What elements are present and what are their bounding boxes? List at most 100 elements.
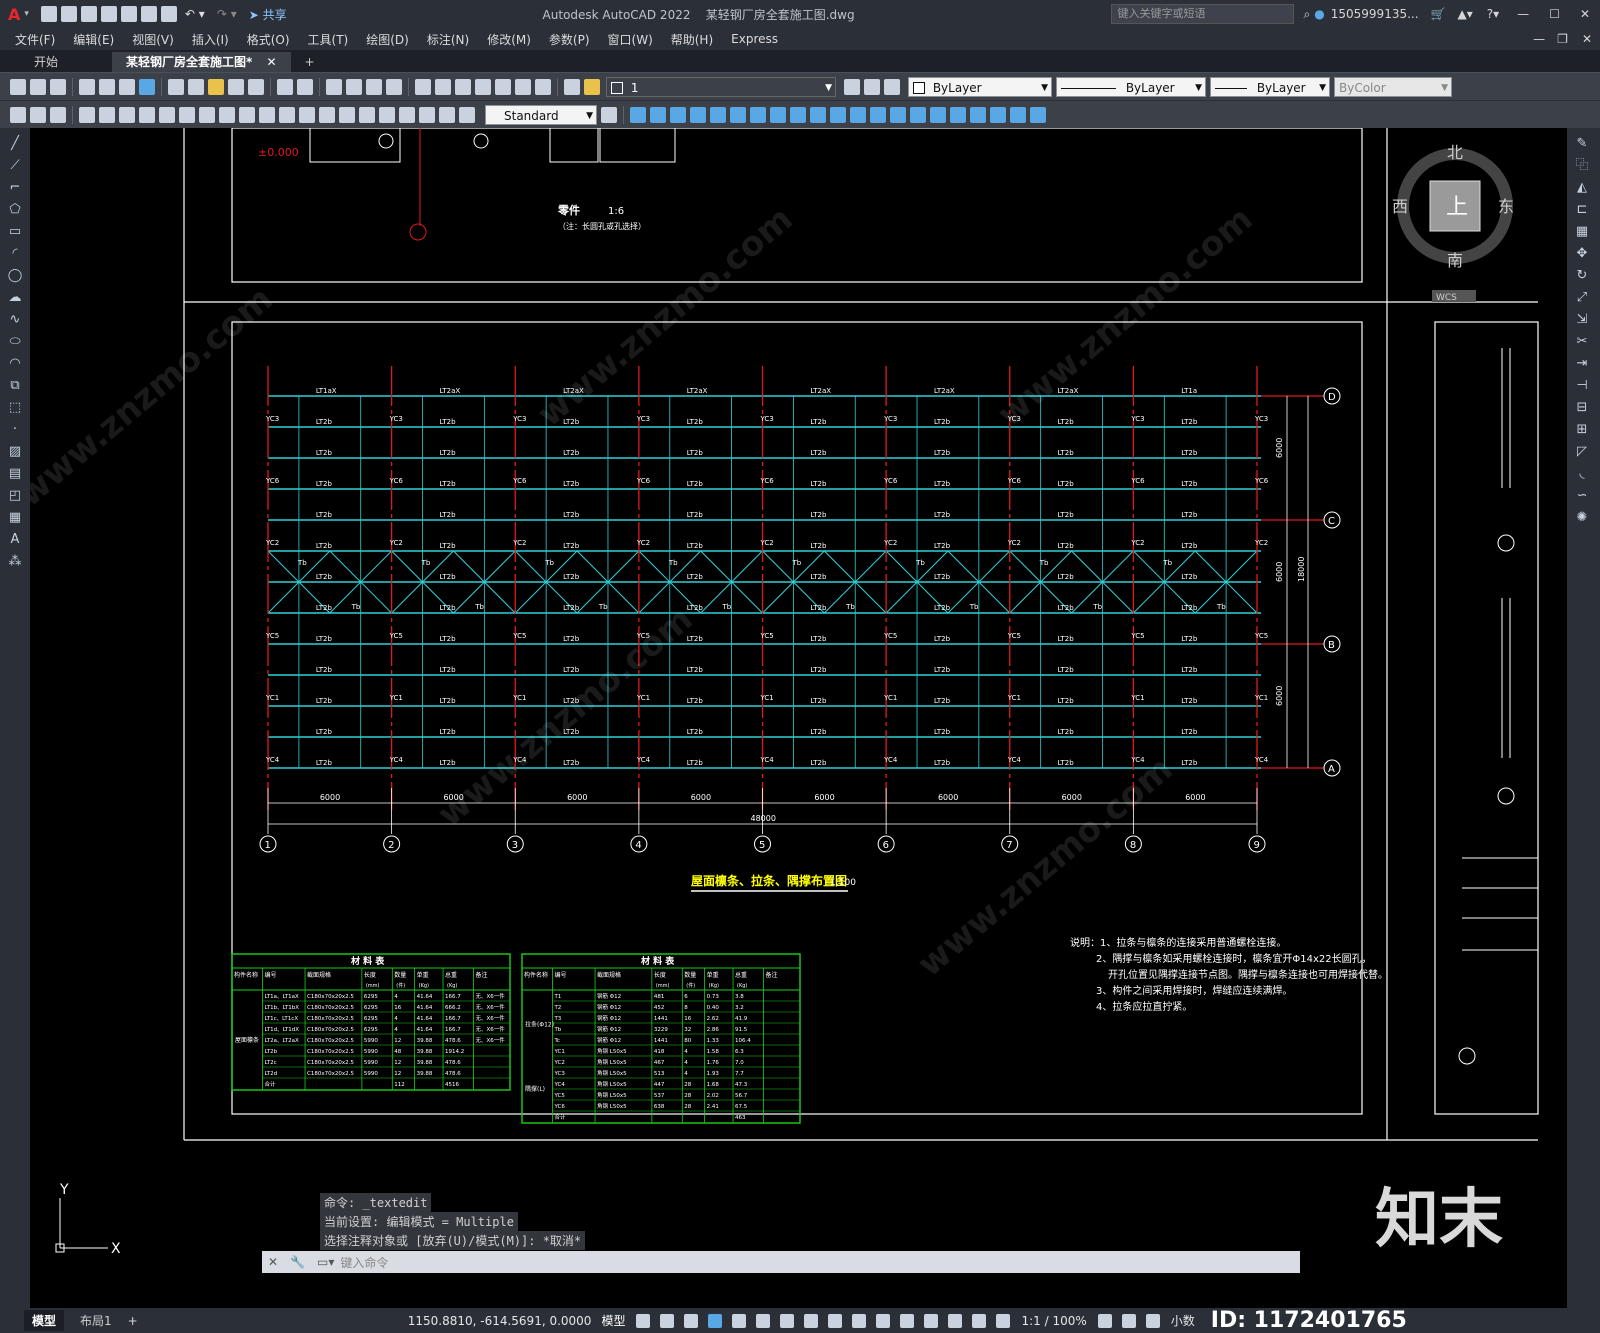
annotation-monitor-icon[interactable] — [1121, 1313, 1136, 1328]
gizmo-icon[interactable] — [948, 1313, 963, 1328]
modeling-3dmove-icon[interactable] — [970, 106, 986, 123]
cad-drawing[interactable]: ±0.000 零件 1:6 （注：长圆孔或孔选择） Tb Tb Tb Tb Tb Tb Tb… — [30, 128, 1567, 1308]
inspection-icon[interactable] — [379, 106, 395, 123]
save-toolbar-icon[interactable] — [50, 78, 66, 95]
ellipse-icon[interactable]: ⬭ — [7, 334, 23, 350]
user-name[interactable]: 1505999135... — [1331, 7, 1419, 21]
doc-restore-icon[interactable]: ❐ — [1557, 32, 1568, 46]
modeling-wedge-icon[interactable] — [650, 106, 666, 123]
close-button[interactable]: ✕ — [1580, 7, 1590, 21]
annotation-visibility-icon[interactable] — [972, 1313, 987, 1328]
menu-view[interactable]: 视图(V) — [132, 31, 174, 48]
new-file-icon[interactable] — [40, 6, 57, 22]
layer-previous-icon[interactable] — [864, 78, 880, 95]
app-menu-chevron-icon[interactable]: ▾ — [24, 9, 29, 19]
gradient-icon[interactable]: ▤ — [7, 466, 23, 482]
menu-dimension[interactable]: 标注(N) — [427, 31, 469, 48]
lineweight-icon[interactable] — [804, 1313, 819, 1328]
open-icon[interactable] — [30, 78, 46, 95]
jogged-linear-icon[interactable] — [399, 106, 415, 123]
break-icon[interactable]: ⊟ — [1574, 400, 1590, 416]
model-space-toggle[interactable]: 模型 — [601, 1312, 625, 1329]
dimension-update-icon[interactable] — [459, 106, 475, 123]
dimension-space-icon[interactable] — [299, 106, 315, 123]
modeling-extrude-icon[interactable] — [810, 106, 826, 123]
modeling-3dalign-icon[interactable] — [1010, 106, 1026, 123]
design-center-icon[interactable] — [435, 78, 451, 95]
3d-osnap-icon[interactable] — [876, 1313, 891, 1328]
table-icon[interactable]: ▦ — [7, 510, 23, 526]
polar-icon[interactable] — [732, 1313, 747, 1328]
dimension-override-icon[interactable] — [601, 106, 617, 123]
menu-modify[interactable]: 修改(M) — [487, 31, 531, 48]
menu-file[interactable]: 文件(F) — [15, 31, 55, 48]
drawing-canvas[interactable]: ±0.000 零件 1:6 （注：长圆孔或孔选择） Tb Tb Tb Tb Tb Tb Tb… — [30, 128, 1567, 1308]
autodesk-a360-icon[interactable]: ▲▾ — [1458, 7, 1473, 21]
modeling-subtract-icon[interactable] — [930, 106, 946, 123]
modeling-cylinder-icon[interactable] — [710, 106, 726, 123]
dimension-text-edit-icon[interactable] — [439, 106, 455, 123]
dimension-break-icon[interactable] — [319, 106, 335, 123]
command-close-icon[interactable]: ✕ — [268, 1255, 278, 1269]
search-box[interactable]: 键入关键字或短语 — [1110, 4, 1294, 24]
spline-icon[interactable]: ∿ — [7, 312, 23, 328]
calculator-icon[interactable] — [515, 78, 531, 95]
ortho-icon[interactable] — [708, 1313, 723, 1328]
modeling-box-icon[interactable] — [630, 106, 646, 123]
match-properties-icon[interactable] — [228, 78, 244, 95]
qnew-icon[interactable] — [10, 78, 26, 95]
array-icon[interactable]: ▦ — [1574, 224, 1590, 240]
block-editor-icon[interactable] — [248, 78, 264, 95]
viewcube-south[interactable]: 南 — [1447, 251, 1463, 270]
fillet-icon[interactable]: ◟ — [1574, 466, 1590, 482]
sheet-set-icon[interactable] — [475, 78, 491, 95]
layer-state-icon[interactable] — [584, 78, 600, 95]
workspace-gear-icon[interactable] — [1097, 1313, 1112, 1328]
units-value[interactable]: 小数 — [1171, 1312, 1195, 1329]
ellipse-arc-icon[interactable]: ◠ — [7, 356, 23, 372]
modeling-intersect-icon[interactable] — [950, 106, 966, 123]
menu-window[interactable]: 窗口(W) — [608, 31, 653, 48]
modeling-3darray-icon[interactable] — [1030, 106, 1046, 123]
add-layout-button[interactable]: + — [128, 1314, 138, 1328]
tab-drawing[interactable]: 某轻钢厂房全套施工图* ✕ — [112, 52, 291, 72]
maximize-button[interactable]: ☐ — [1549, 7, 1560, 21]
jogged-icon[interactable] — [179, 106, 195, 123]
undo-toolbar-icon[interactable] — [277, 78, 293, 95]
object-snap-icon[interactable] — [780, 1313, 795, 1328]
zoom-realtime-icon[interactable] — [346, 78, 362, 95]
viewcube-north[interactable]: 北 — [1447, 143, 1463, 162]
scale-icon[interactable]: ⤢ — [1574, 290, 1590, 306]
extend-icon[interactable]: ⇥ — [1574, 356, 1590, 372]
save-as-icon[interactable] — [100, 6, 117, 22]
doc-close-icon[interactable]: ✕ — [1582, 32, 1592, 46]
copy-object-icon[interactable]: ⿻ — [1574, 158, 1590, 174]
pan-icon[interactable] — [326, 78, 342, 95]
dynamic-ucs-icon[interactable] — [900, 1313, 915, 1328]
menu-tools[interactable]: 工具(T) — [308, 31, 349, 48]
join-icon[interactable]: ⊞ — [1574, 422, 1590, 438]
make-block-icon[interactable]: ⬚ — [7, 400, 23, 416]
offset-icon[interactable]: ⊏ — [1574, 202, 1590, 218]
chamfer-icon[interactable]: ◸ — [1574, 444, 1590, 460]
trim-icon[interactable]: ✂ — [1574, 334, 1590, 350]
color-dropdown[interactable]: ByLayer ▼ — [908, 76, 1052, 97]
autocad-logo-icon[interactable]: A — [8, 5, 20, 24]
preview-icon[interactable] — [99, 78, 115, 95]
modeling-revolve-icon[interactable] — [870, 106, 886, 123]
layer-dropdown[interactable]: 1 ▼ — [606, 76, 836, 97]
cut-icon[interactable] — [168, 78, 184, 95]
new-tab-button[interactable]: + — [291, 52, 329, 72]
polygon-icon[interactable]: ⬠ — [7, 202, 23, 218]
lineweight-dropdown[interactable]: ByLayer ▼ — [1210, 76, 1330, 97]
menu-draw[interactable]: 绘图(D) — [366, 31, 409, 48]
menu-parametric[interactable]: 参数(P) — [549, 31, 590, 48]
modeling-presspull-icon[interactable] — [830, 106, 846, 123]
cart-icon[interactable]: 🛒 — [1431, 7, 1446, 21]
command-customize-icon[interactable]: 🔧 — [290, 1255, 305, 1269]
tab-layout1[interactable]: 布局1 — [80, 1312, 112, 1329]
blend-curves-icon[interactable]: ∽ — [1574, 488, 1590, 504]
modeling-loft-icon[interactable] — [890, 106, 906, 123]
command-input-bar[interactable]: ✕ 🔧 ▭▾ 键入命令 — [262, 1251, 1300, 1273]
selection-cycling-icon[interactable] — [852, 1313, 867, 1328]
